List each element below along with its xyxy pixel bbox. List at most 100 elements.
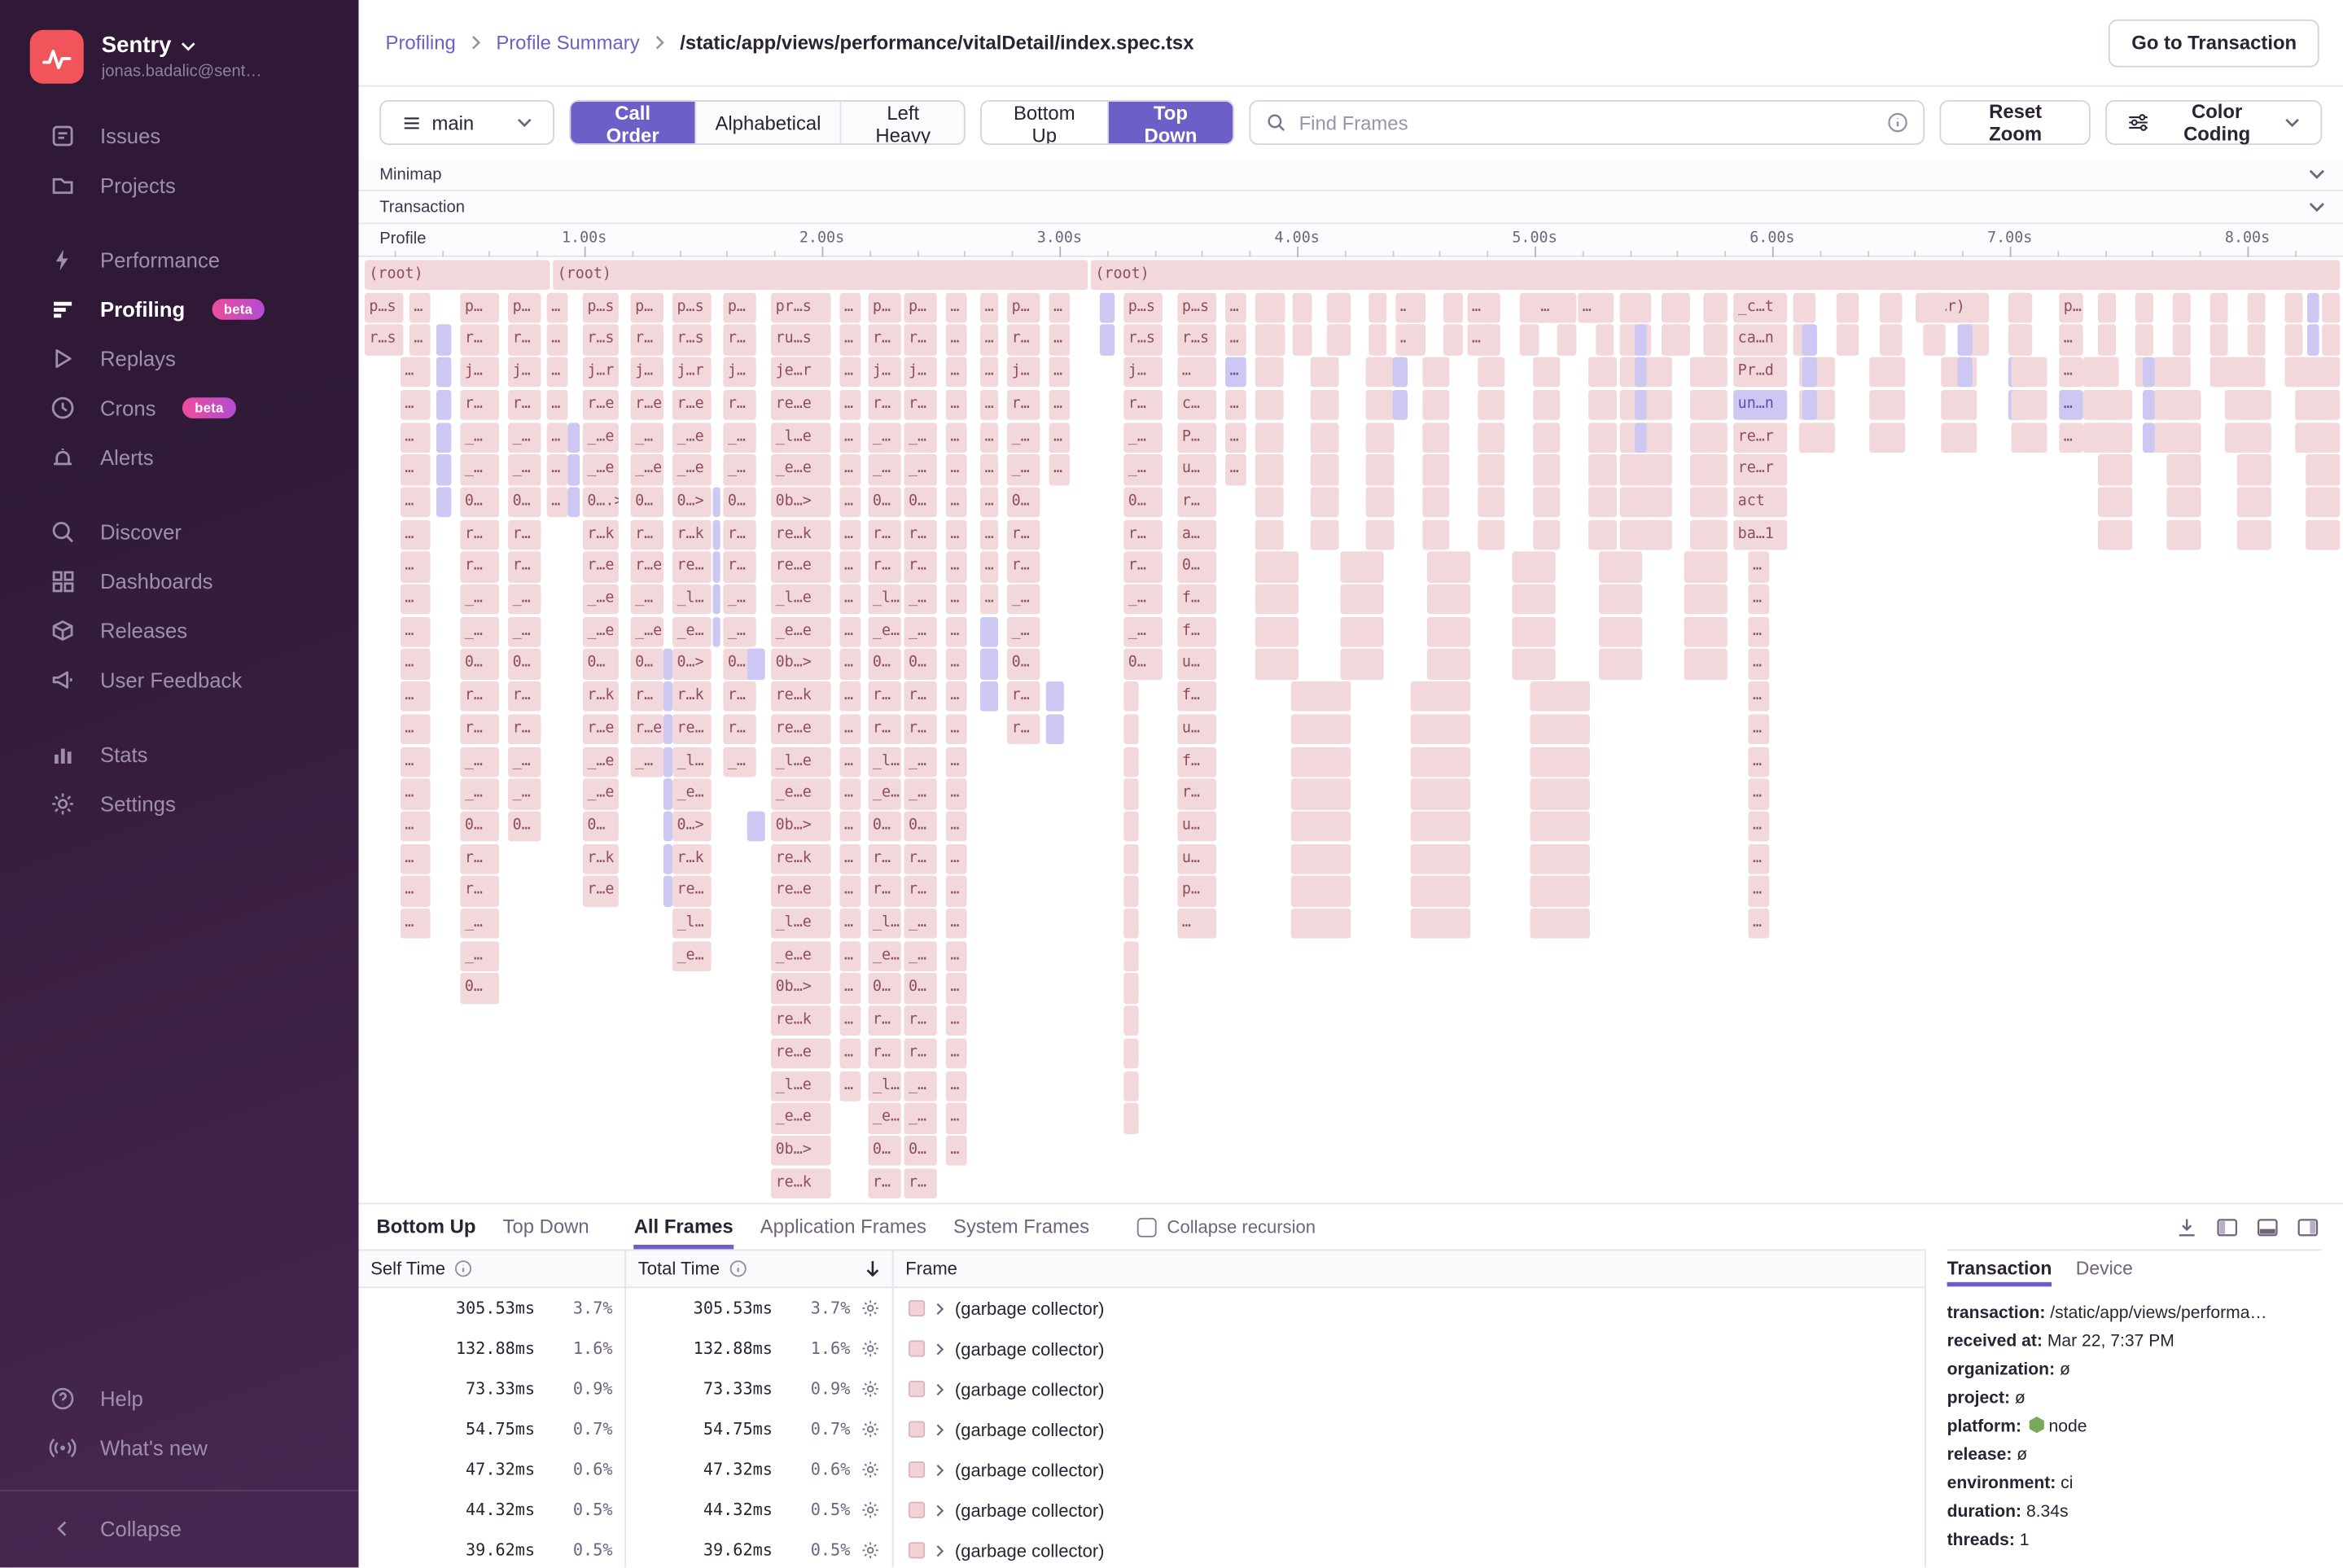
table-row[interactable]: 39.62ms 0.5% 39.62ms 0.5% (garbage collector… — [359, 1530, 1925, 1568]
flame-frame[interactable]: re… — [672, 713, 712, 745]
table-row[interactable]: 132.88ms 1.6% 132.88ms 1.6% (garbage collect… — [359, 1328, 1925, 1369]
flame-frame[interactable] — [2143, 389, 2155, 421]
flame-frame[interactable] — [1689, 487, 1725, 518]
flame-frame[interactable] — [1290, 681, 1351, 712]
flame-frame[interactable] — [1684, 649, 1728, 680]
sort-left-heavy-button[interactable]: Left Heavy — [840, 101, 964, 144]
flame-frame[interactable] — [1366, 357, 1395, 388]
flame-frame[interactable]: (root) — [553, 260, 1088, 291]
flame-frame[interactable]: r…e — [582, 876, 619, 907]
flame-frame[interactable] — [1410, 746, 1471, 777]
flame-frame[interactable] — [1684, 551, 1728, 583]
flame-frame[interactable] — [1530, 876, 1590, 907]
flame-frame[interactable] — [1532, 487, 1561, 518]
flame-frame[interactable]: … — [400, 487, 431, 518]
chevron-down-icon[interactable] — [2309, 169, 2325, 179]
flame-frame[interactable]: 0… — [904, 487, 937, 518]
row-settings-icon[interactable] — [853, 1500, 880, 1520]
flame-frame[interactable]: _l…e — [771, 746, 831, 777]
flame-frame[interactable]: … — [839, 649, 861, 680]
flame-frame[interactable]: … — [945, 746, 967, 777]
flame-frame[interactable]: j… — [460, 357, 500, 388]
flame-frame[interactable] — [2321, 292, 2341, 323]
flame-frame[interactable]: … — [839, 876, 861, 907]
flame-frame[interactable] — [1255, 357, 1283, 388]
flame-frame[interactable]: … — [400, 422, 431, 453]
flame-frame[interactable]: 0b…> — [771, 487, 831, 518]
flame-frame[interactable]: r…k — [672, 681, 712, 712]
flame-frame[interactable] — [1482, 325, 1501, 356]
flame-frame[interactable] — [2284, 325, 2303, 356]
flame-frame[interactable] — [1588, 454, 1617, 485]
flame-frame[interactable] — [1366, 454, 1395, 485]
flame-frame[interactable]: … — [400, 454, 431, 485]
flame-frame[interactable] — [1410, 811, 1471, 842]
flame-frame[interactable]: r… — [904, 1038, 937, 1069]
flame-frame[interactable]: 0… — [904, 973, 937, 1005]
flame-frame[interactable] — [663, 778, 672, 810]
flame-frame[interactable] — [1689, 519, 1725, 550]
flame-frame[interactable]: r… — [460, 519, 500, 550]
flame-frame[interactable]: … — [945, 713, 967, 745]
flame-frame[interactable]: 0… — [904, 811, 937, 842]
flame-frame[interactable]: ca…n — [1733, 325, 1788, 356]
flame-frame[interactable] — [436, 454, 452, 485]
flame-frame[interactable]: … — [945, 908, 967, 939]
flame-frame[interactable]: _…e — [672, 422, 712, 453]
flame-frame[interactable]: … — [945, 551, 967, 583]
flame-frame[interactable]: … — [839, 713, 861, 745]
expand-chevron-icon[interactable] — [935, 1382, 944, 1396]
flame-frame[interactable]: 0….> — [582, 487, 619, 518]
flame-frame[interactable] — [1290, 843, 1351, 874]
flame-frame[interactable]: 0… — [723, 487, 756, 518]
flame-frame[interactable] — [2143, 422, 2155, 453]
flame-frame[interactable]: _… — [630, 746, 663, 777]
flame-frame[interactable]: _e… — [868, 778, 901, 810]
flame-frame[interactable]: u… — [1177, 454, 1217, 485]
flame-frame[interactable]: u… — [1177, 843, 1217, 874]
flame-frame[interactable]: r… — [508, 519, 541, 550]
flame-frame[interactable] — [1530, 908, 1590, 939]
flame-frame[interactable] — [1123, 746, 1139, 777]
flame-frame[interactable]: re…k — [771, 1167, 831, 1199]
flame-frame[interactable]: 0… — [630, 649, 663, 680]
flame-frame[interactable]: _… — [1007, 616, 1040, 647]
flame-frame[interactable]: … — [546, 454, 568, 485]
flame-frame[interactable]: _e…e — [771, 1102, 831, 1134]
flame-frame[interactable] — [1255, 649, 1299, 680]
flame-frame[interactable] — [663, 746, 672, 777]
flame-frame[interactable] — [1634, 325, 1647, 356]
flame-frame[interactable] — [1311, 454, 1339, 485]
flame-frame[interactable] — [1619, 454, 1655, 485]
flame-frame[interactable]: r…s — [364, 325, 404, 356]
flame-frame[interactable]: 0… — [904, 1135, 937, 1167]
flame-frame[interactable]: … — [1049, 357, 1071, 388]
flame-frame[interactable] — [2097, 487, 2133, 518]
flame-frame[interactable] — [1410, 713, 1471, 745]
flame-frame[interactable]: f… — [1177, 584, 1217, 615]
flame-frame[interactable] — [1410, 778, 1471, 810]
flame-frame[interactable] — [567, 454, 580, 485]
flame-frame[interactable]: … — [839, 519, 861, 550]
flame-frame[interactable]: … — [2059, 325, 2083, 356]
flame-frame[interactable] — [1588, 519, 1617, 550]
flame-frame[interactable] — [1598, 551, 1642, 583]
flame-frame[interactable] — [712, 584, 720, 615]
flame-frame[interactable]: … — [400, 357, 431, 388]
flame-frame[interactable]: re…k — [771, 1005, 831, 1036]
flame-frame[interactable]: … — [1225, 292, 1246, 323]
flame-frame[interactable]: … — [945, 973, 967, 1005]
flame-frame[interactable]: _l… — [868, 908, 901, 939]
flame-frame[interactable]: … — [400, 649, 431, 680]
flame-frame[interactable] — [1426, 649, 1470, 680]
flame-frame[interactable] — [712, 616, 720, 647]
flame-frame[interactable]: r… — [1177, 487, 1217, 518]
flame-frame[interactable]: … — [546, 357, 568, 388]
flame-frame[interactable]: … — [980, 551, 999, 583]
flame-frame[interactable]: … — [1177, 357, 1217, 388]
breadcrumb-profile-summary[interactable]: Profile Summary — [496, 32, 639, 55]
table-row[interactable]: 73.33ms 0.9% 73.33ms 0.9% (garbage collector… — [359, 1369, 1925, 1409]
flame-frame[interactable] — [1532, 519, 1561, 550]
flame-frame[interactable]: ba…1 — [1733, 519, 1788, 550]
flame-frame[interactable]: _… — [1123, 584, 1163, 615]
